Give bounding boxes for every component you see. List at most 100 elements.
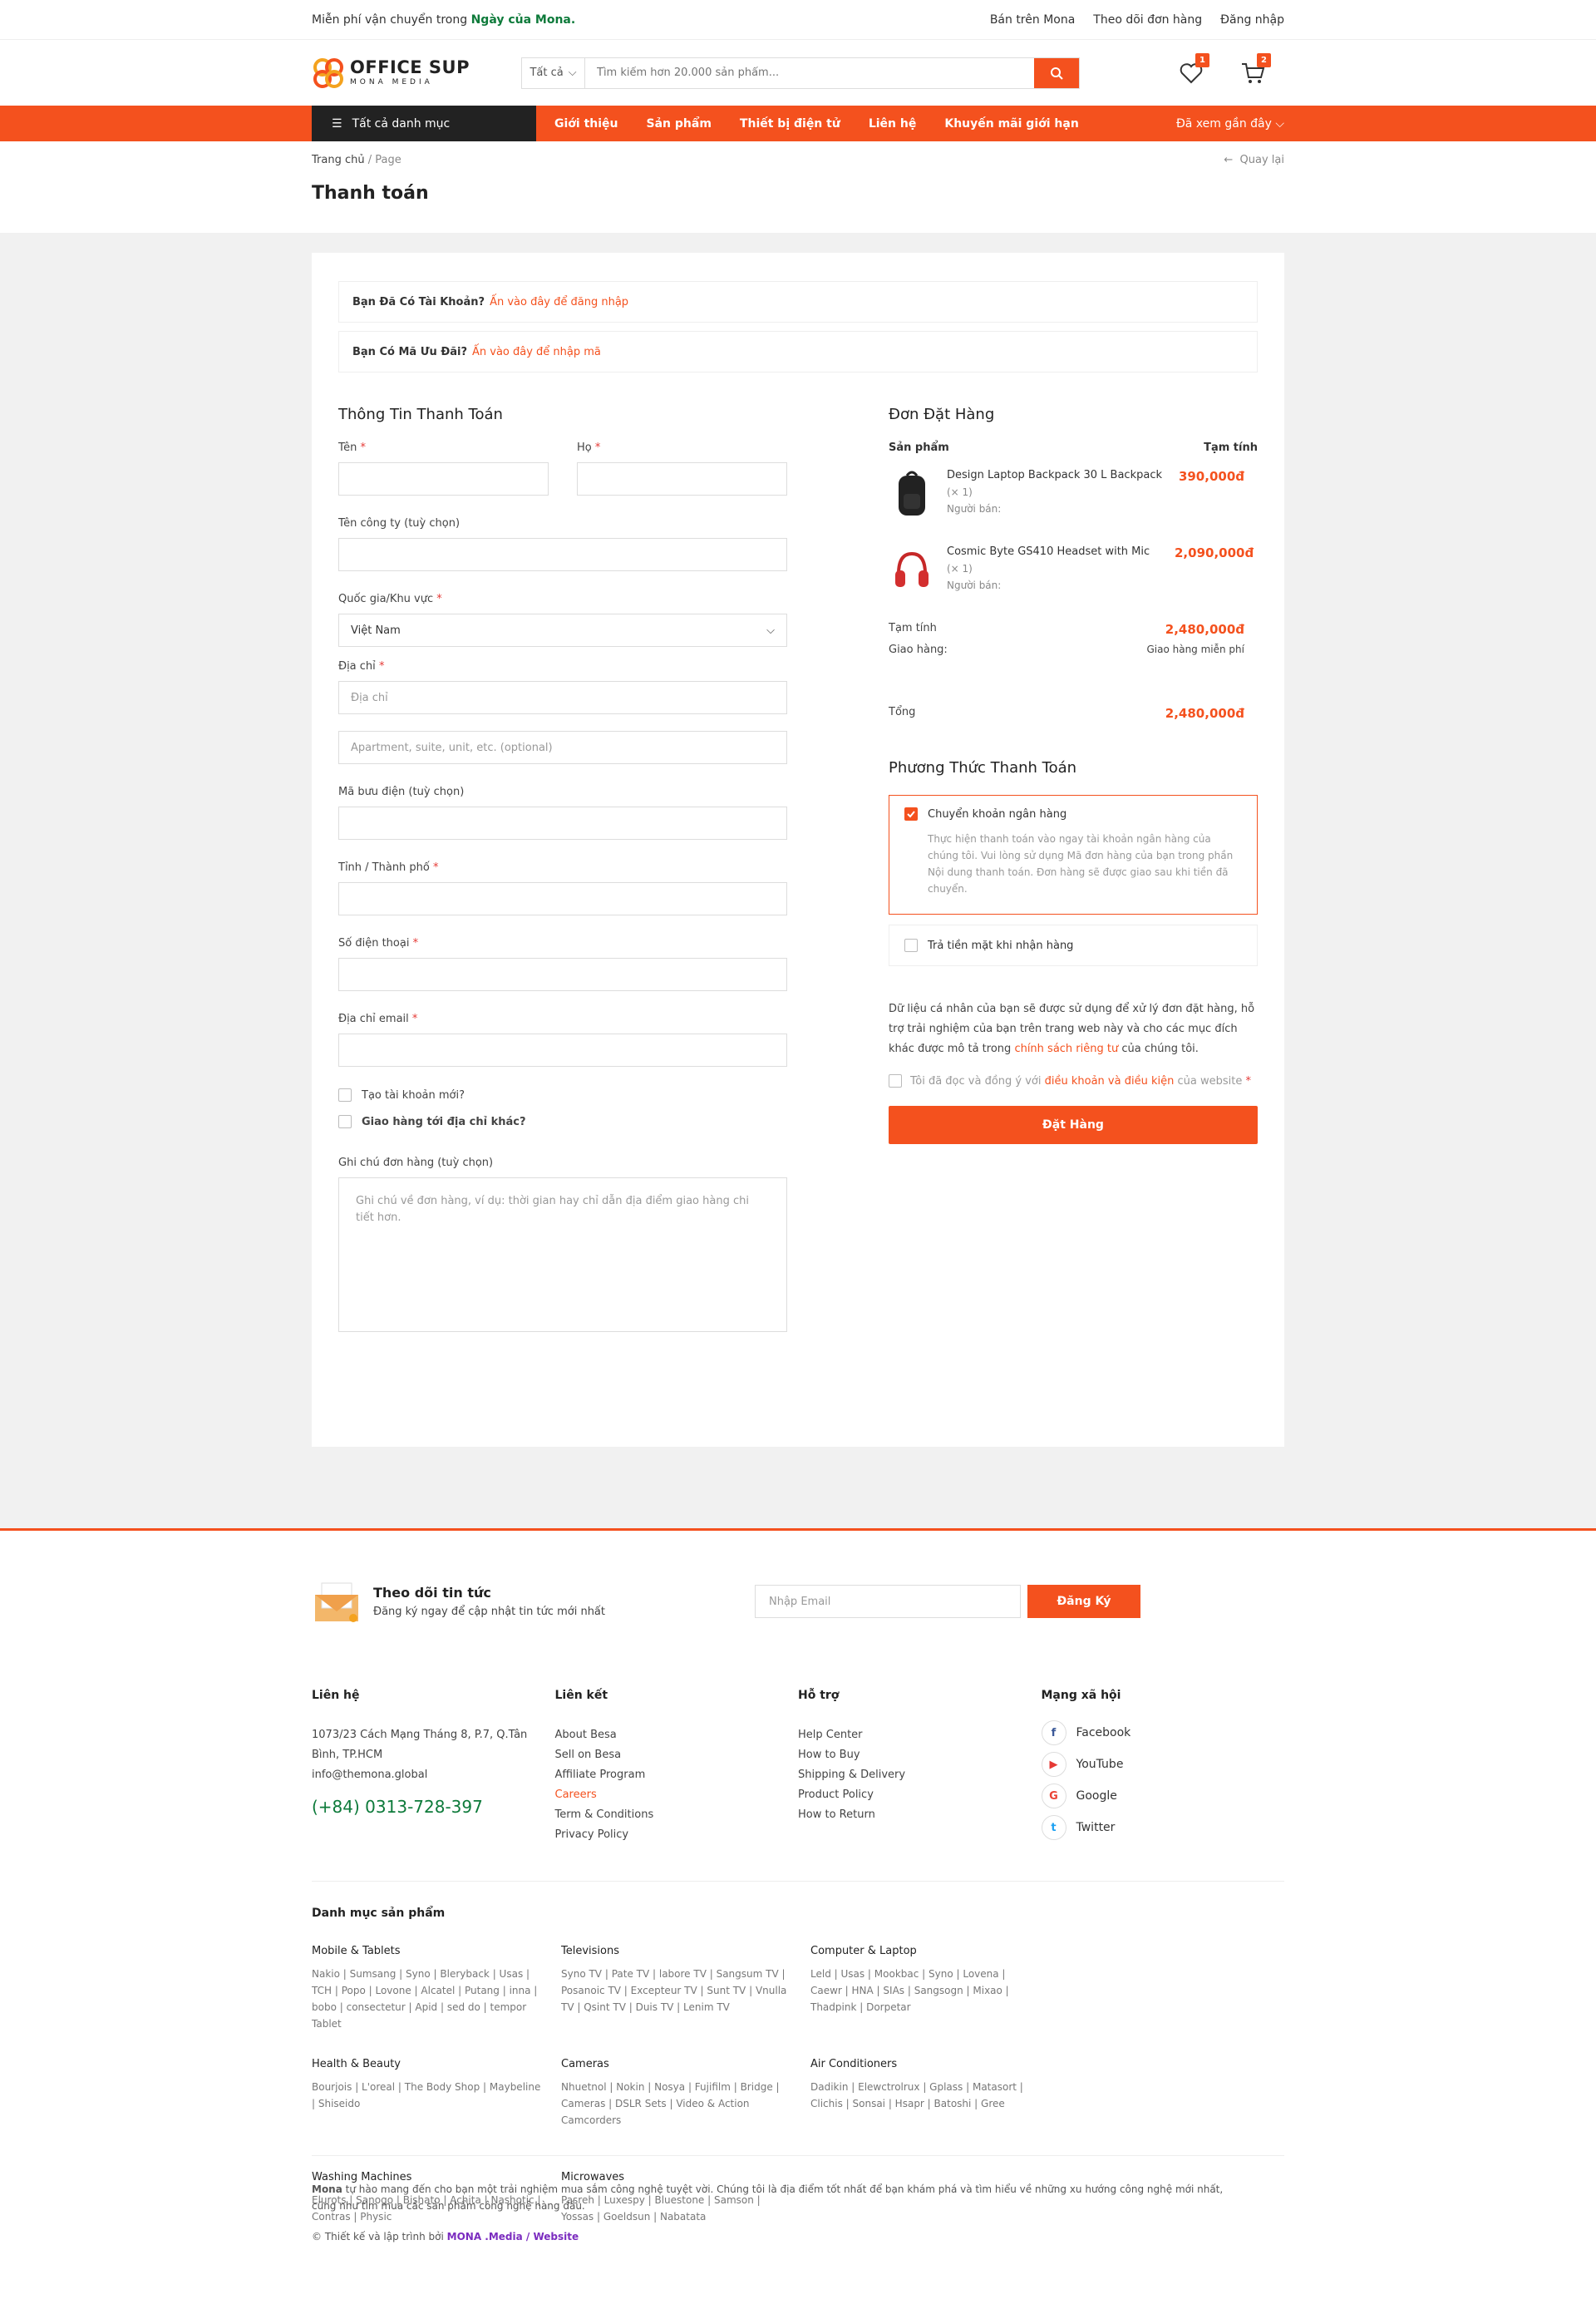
footer-link[interactable]: Careers [555, 1785, 799, 1805]
search-bar: Tất cả ⌵ [521, 57, 1080, 89]
search-input[interactable] [585, 57, 1034, 88]
item-price: 390,000đ [1178, 469, 1244, 484]
first-name-input[interactable] [338, 462, 549, 496]
item-name: Design Laptop Backpack 30 L Backpack [947, 469, 1163, 481]
social-google[interactable]: G Google [1041, 1780, 1285, 1812]
phone-label: Số điện thoại * [338, 937, 419, 950]
footer-link[interactable]: Privacy Policy [555, 1825, 799, 1845]
search-category-select[interactable]: Tất cả ⌵ [522, 57, 585, 88]
newsletter-email-input[interactable]: Nhập Email [755, 1585, 1021, 1618]
email-label: Địa chỉ email * [338, 1013, 418, 1025]
postcode-input[interactable] [338, 807, 787, 840]
company-input[interactable] [338, 538, 787, 571]
wishlist-button[interactable]: 1 [1178, 52, 1209, 86]
footer-link[interactable]: Sell on Besa [555, 1745, 799, 1765]
footer-link[interactable]: Affiliate Program [555, 1765, 799, 1785]
order-summary: Đơn Đặt Hàng Sản phẩm Tạm tính Design Lap… [889, 406, 1258, 1354]
nav-about[interactable]: Giới thiệu [554, 117, 618, 131]
social-facebook[interactable]: f Facebook [1041, 1717, 1285, 1749]
track-order-link[interactable]: Theo dõi đơn hàng [1093, 13, 1202, 27]
payment-option-bank[interactable]: Chuyển khoản ngân hàng Thực hiện thanh t… [889, 795, 1258, 915]
order-title: Đơn Đặt Hàng [889, 406, 995, 423]
logo-subtitle: MONA MEDIA [350, 78, 433, 86]
bank-transfer-checkbox[interactable] [904, 807, 918, 821]
sell-link[interactable]: Bán trên Mona [990, 13, 1075, 27]
nav-electronics[interactable]: Thiết bị điện tử [740, 117, 840, 131]
footer-social: Mạng xã hội f Facebook ▶ YouTube G Google t… [1041, 1689, 1285, 1881]
footer-link[interactable]: About Besa [555, 1725, 799, 1745]
logo-icon [313, 57, 343, 88]
order-notes-textarea[interactable]: Ghi chú về đơn hàng, ví dụ: thời gian ha… [338, 1177, 787, 1332]
cod-checkbox[interactable] [904, 939, 918, 952]
envelope-icon [315, 1582, 358, 1622]
nav-contact[interactable]: Liên hệ [869, 117, 917, 131]
subscribe-button[interactable]: Đăng Ký [1027, 1585, 1140, 1618]
ship-other-checkbox[interactable] [338, 1115, 352, 1128]
email-input[interactable] [338, 1034, 787, 1067]
category-block: Air Conditioners Dadikin | Elewctrolrux |… [810, 2058, 1023, 2109]
footer-phone[interactable]: (+84) 0313-728-397 [312, 1797, 555, 1817]
recently-viewed-dropdown[interactable]: Đã xem gần đây ⌵ [1176, 117, 1284, 131]
headset-image [895, 551, 929, 587]
order-item: Design Laptop Backpack 30 L Backpack (× 1… [889, 469, 1258, 545]
breadcrumb-current: Page [375, 153, 401, 166]
subtotal-row: Tạm tính 2,480,000đ [889, 622, 1244, 637]
checkout-panel: Bạn Đã Có Tài Khoản? Ấn vào đây để đăng n… [312, 253, 1284, 1447]
address-input[interactable]: Địa chỉ [338, 681, 787, 714]
footer-contact: Liên hệ 1073/23 Cách Mạng Tháng 8, P.7, … [312, 1689, 555, 1881]
breadcrumb-home[interactable]: Trang chủ [312, 154, 365, 166]
social-twitter[interactable]: t Twitter [1041, 1812, 1285, 1843]
cart-button[interactable]: 2 [1239, 52, 1271, 86]
nav-promotions[interactable]: Khuyến mãi giới hạn [944, 117, 1078, 131]
footer-link[interactable]: Term & Conditions [555, 1805, 799, 1825]
chevron-down-icon: ⌵ [766, 624, 775, 637]
terms-checkbox[interactable] [889, 1074, 902, 1088]
last-name-input[interactable] [577, 462, 787, 496]
item-price: 2,090,000đ [1175, 545, 1254, 560]
category-block: Health & Beauty Bourjois | L'oreal | The … [312, 2058, 541, 2109]
support-link[interactable]: Product Policy [798, 1785, 1042, 1805]
country-select[interactable]: Việt Nam ⌵ [338, 614, 787, 647]
category-block: Computer & Laptop Leld | Usas | Mookbac |… [810, 1945, 1009, 2013]
social-youtube[interactable]: ▶ YouTube [1041, 1749, 1285, 1780]
company-label: Tên công ty (tuỳ chọn) [338, 517, 461, 530]
support-link[interactable]: Shipping & Delivery [798, 1765, 1042, 1785]
mona-link[interactable]: MONA .Media / Website [447, 2231, 579, 2242]
login-notice-link[interactable]: Ấn vào đây để đăng nhập [490, 296, 628, 308]
breadcrumb: Trang chủ / Page [312, 153, 401, 166]
city-input[interactable] [338, 882, 787, 915]
postcode-label: Mã bưu điện (tuỳ chọn) [338, 786, 465, 798]
place-order-button[interactable]: Đặt Hàng [889, 1106, 1258, 1144]
nav-products[interactable]: Sản phẩm [647, 117, 712, 131]
login-link[interactable]: Đăng nhập [1220, 13, 1284, 27]
footer-links: Liên kết About Besa Sell on Besa Affilia… [555, 1689, 799, 1881]
phone-input[interactable] [338, 958, 787, 991]
coupon-notice: Bạn Có Mã Ưu Đãi? Ấn vào đây để nhập mã [338, 331, 1258, 372]
logo[interactable]: OFFICE SUP MONA MEDIA [312, 57, 521, 90]
footer-support: Hỗ trợ Help Center How to Buy Shipping &… [798, 1689, 1042, 1881]
item-name: Cosmic Byte GS410 Headset with Mic [947, 545, 1150, 558]
search-button[interactable] [1034, 57, 1079, 88]
privacy-policy-link[interactable]: chính sách riêng tư [1014, 1043, 1118, 1055]
terms-link[interactable]: điều khoản và điều kiện [1045, 1075, 1175, 1088]
support-link[interactable]: How to Buy [798, 1745, 1042, 1765]
footer-email[interactable]: info@themona.global [312, 1765, 555, 1785]
newsletter-title: Theo dõi tin tức [373, 1585, 491, 1601]
address-label: Địa chỉ * [338, 660, 385, 673]
ship-other-label: Giao hàng tới địa chỉ khác? [362, 1115, 526, 1128]
arrow-left-icon: ← [1224, 153, 1234, 166]
back-link[interactable]: ← Quay lại [1224, 154, 1284, 166]
all-categories-button[interactable]: ☰ Tất cả danh mục [312, 106, 536, 141]
chevron-down-icon: ⌵ [568, 67, 577, 79]
coupon-notice-link[interactable]: Ấn vào đây để nhập mã [472, 346, 601, 358]
header: OFFICE SUPMONA MEDIA Tất cả⌵ 1 2 [0, 40, 1596, 106]
support-link[interactable]: Help Center [798, 1725, 1042, 1745]
google-icon: G [1041, 1784, 1066, 1808]
support-link[interactable]: How to Return [798, 1805, 1042, 1825]
order-item: Cosmic Byte GS410 Headset with Mic (× 1) N… [889, 545, 1258, 622]
footer-address: 1073/23 Cách Mạng Tháng 8, P.7, Q.Tân Bì… [312, 1729, 528, 1761]
category-block: Televisions Syno TV | Pate TV | labore TV… [561, 1945, 787, 2013]
payment-option-cod[interactable]: Trả tiền mặt khi nhận hàng [889, 925, 1258, 966]
address2-input[interactable]: Apartment, suite, unit, etc. (optional) [338, 731, 787, 764]
create-account-checkbox[interactable] [338, 1088, 352, 1102]
